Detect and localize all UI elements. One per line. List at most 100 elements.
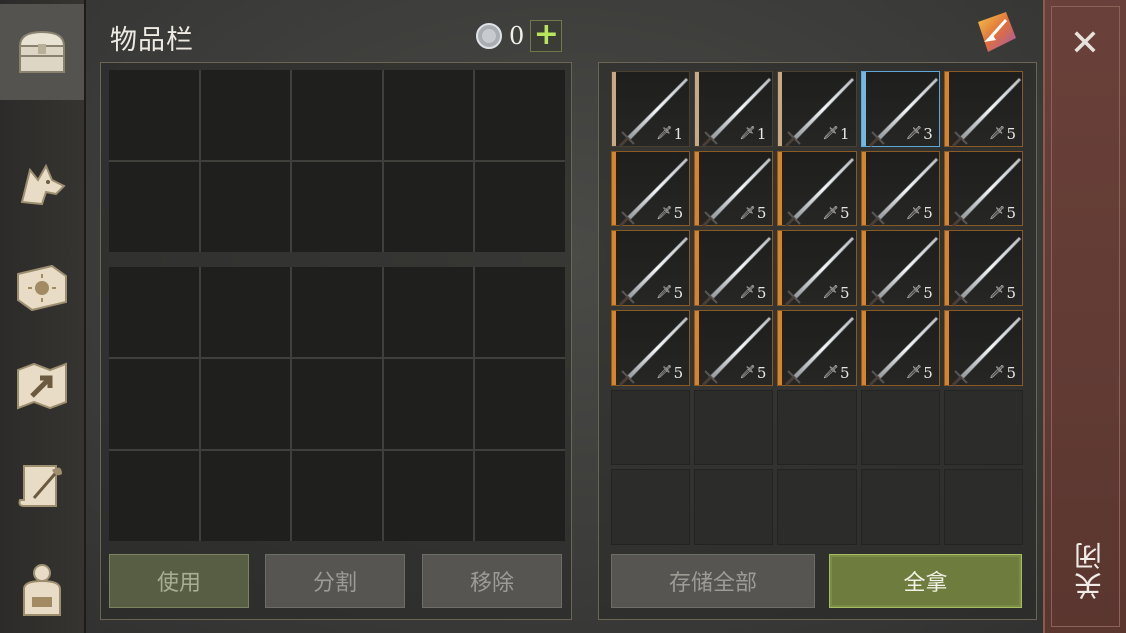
- container-item-slot[interactable]: 🗡 5: [943, 71, 1023, 148]
- inventory-slot[interactable]: [383, 162, 474, 252]
- map-arrow-icon: [17, 362, 67, 410]
- dagger-icon: 🗡: [905, 365, 923, 381]
- container-item-slot[interactable]: 🗡 5: [777, 230, 857, 307]
- container-item-slot[interactable]: 🗡 5: [694, 150, 774, 227]
- container-slot[interactable]: [777, 389, 857, 466]
- inventory-slot[interactable]: [292, 70, 382, 160]
- container-slot[interactable]: [943, 469, 1023, 545]
- item-count: 🗡 5: [989, 204, 1016, 222]
- item-count-value: 5: [1006, 363, 1016, 382]
- inventory-slot[interactable]: [475, 267, 565, 357]
- sidebar-tab-inventory[interactable]: [0, 4, 84, 100]
- inventory-slot[interactable]: [475, 451, 565, 541]
- inventory-slot[interactable]: [200, 359, 291, 449]
- item-count: 🗡 5: [989, 364, 1016, 382]
- category-sidebar: [0, 0, 86, 633]
- container-item-slot[interactable]: 🗡 5: [943, 230, 1023, 307]
- inventory-slot[interactable]: [383, 70, 474, 160]
- inventory-slot[interactable]: [200, 267, 291, 357]
- close-panel[interactable]: [1043, 0, 1126, 633]
- container-item-slot[interactable]: 🗡 5: [860, 150, 940, 227]
- inventory-slot[interactable]: [109, 162, 199, 252]
- item-count-value: 5: [840, 204, 850, 223]
- inventory-slot[interactable]: [109, 359, 199, 449]
- inventory-slot[interactable]: [200, 70, 291, 160]
- inventory-slot[interactable]: [109, 70, 199, 160]
- backpack-grid: [109, 267, 565, 541]
- silver-coin-icon: [476, 23, 502, 49]
- item-count: 🗡 5: [656, 364, 683, 382]
- close-icon[interactable]: ✕: [1067, 26, 1103, 62]
- page-title: 物品栏: [110, 25, 194, 56]
- item-count: 🗡 5: [739, 364, 766, 382]
- sidebar-tab-character[interactable]: [6, 545, 78, 633]
- sidebar-tab-map[interactable]: [6, 350, 78, 422]
- dagger-icon: 🗡: [905, 126, 923, 142]
- item-count-value: 5: [923, 283, 933, 302]
- inventory-slot[interactable]: [200, 162, 291, 252]
- container-item-slot[interactable]: 🗡 1: [611, 71, 691, 148]
- dagger-icon: 🗡: [905, 205, 923, 221]
- container-item-slot[interactable]: 🗡 1: [694, 71, 774, 148]
- item-count-value: 1: [756, 124, 767, 143]
- container-slot[interactable]: [611, 469, 691, 545]
- container-item-slot[interactable]: 🗡 5: [943, 150, 1023, 227]
- container-slot[interactable]: [611, 389, 691, 466]
- container-item-slot[interactable]: 🗡 5: [694, 309, 774, 387]
- inventory-slot[interactable]: [383, 359, 474, 449]
- container-slot[interactable]: [860, 469, 940, 545]
- inventory-slot[interactable]: [292, 451, 382, 541]
- inventory-slot[interactable]: [475, 162, 565, 252]
- container-item-slot[interactable]: 🗡 5: [860, 309, 940, 387]
- item-count: 🗡 5: [906, 364, 933, 382]
- item-count-value: 1: [673, 124, 684, 143]
- sidebar-tab-skills[interactable]: [6, 250, 78, 322]
- inventory-slot[interactable]: [475, 359, 565, 449]
- inventory-slot[interactable]: [109, 267, 199, 357]
- inventory-slot[interactable]: [292, 162, 382, 252]
- dagger-icon: 🗡: [988, 285, 1006, 301]
- item-count-value: 5: [1006, 204, 1016, 223]
- item-count: 🗡 5: [823, 204, 850, 222]
- split-button[interactable]: 分割: [265, 554, 405, 608]
- close-label[interactable]: 关闭: [1070, 540, 1106, 600]
- sort-broom-icon[interactable]: [972, 8, 1020, 56]
- container-item-slot[interactable]: 🗡 5: [694, 230, 774, 307]
- container-item-slot[interactable]: 🗡 5: [611, 230, 691, 307]
- inventory-slot[interactable]: [383, 451, 474, 541]
- container-item-slot[interactable]: 🗡 3: [860, 71, 940, 148]
- remove-button[interactable]: 移除: [422, 554, 562, 608]
- inventory-slot[interactable]: [475, 70, 565, 160]
- dagger-icon: 🗡: [988, 365, 1006, 381]
- container-slot[interactable]: [777, 469, 857, 545]
- item-count-value: 5: [923, 204, 933, 223]
- item-count: 🗡 5: [906, 204, 933, 222]
- container-item-slot[interactable]: 🗡 5: [943, 309, 1023, 387]
- inventory-slot[interactable]: [109, 451, 199, 541]
- add-currency-button[interactable]: +: [530, 20, 563, 52]
- container-item-slot[interactable]: 🗡 5: [611, 309, 691, 387]
- item-count-value: 5: [923, 363, 933, 382]
- item-count-value: 3: [923, 124, 933, 143]
- sidebar-tab-journal[interactable]: [6, 450, 78, 522]
- container-slot[interactable]: [694, 389, 774, 466]
- container-slot[interactable]: [943, 389, 1023, 466]
- inventory-slot[interactable]: [292, 359, 382, 449]
- container-item-slot[interactable]: 🗡 5: [777, 150, 857, 227]
- container-slot[interactable]: [860, 389, 940, 466]
- dagger-icon: 🗡: [822, 126, 840, 142]
- inventory-slot[interactable]: [292, 267, 382, 357]
- item-count: 🗡 5: [989, 284, 1016, 302]
- inventory-slot[interactable]: [200, 451, 291, 541]
- container-item-slot[interactable]: 🗡 1: [777, 71, 857, 148]
- container-item-slot[interactable]: 🗡 5: [860, 230, 940, 307]
- inventory-slot[interactable]: [383, 267, 474, 357]
- use-button[interactable]: 使用: [109, 554, 249, 608]
- container-item-slot[interactable]: 🗡 5: [777, 309, 857, 387]
- sidebar-tab-creatures[interactable]: [6, 150, 78, 222]
- container-slot[interactable]: [694, 469, 774, 545]
- take-all-button[interactable]: 全拿: [829, 554, 1022, 608]
- container-item-slot[interactable]: 🗡 5: [611, 150, 691, 227]
- item-count-value: 5: [840, 283, 850, 302]
- store-all-button[interactable]: 存储全部: [611, 554, 815, 608]
